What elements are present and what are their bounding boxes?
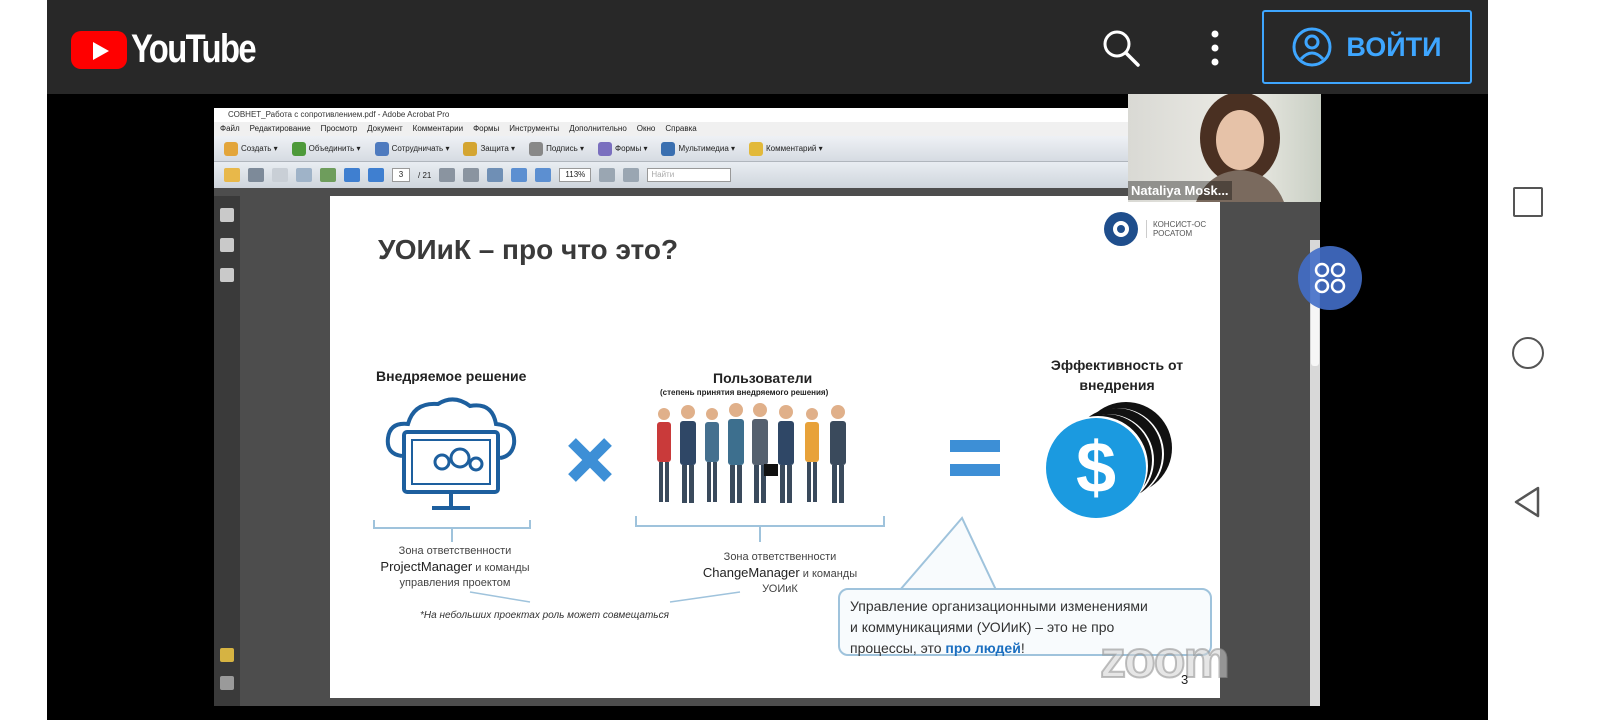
people-group-illustration [657, 403, 846, 503]
search-icon[interactable] [1101, 28, 1141, 68]
menu-item[interactable]: Редактирование [250, 122, 311, 136]
find-input[interactable]: Найти [647, 168, 732, 182]
zoom-out-icon[interactable] [511, 168, 528, 182]
select-tool-icon[interactable] [439, 168, 456, 182]
menu-item[interactable]: Инструменты [509, 122, 559, 136]
menu-item[interactable]: Дополнительно [569, 122, 627, 136]
dollar-coins-icon: $ [1046, 402, 1172, 518]
signatures-panel-icon[interactable] [220, 268, 234, 282]
participant-name: Nataliya Mosk... [1128, 181, 1232, 200]
multiply-icon [568, 438, 612, 482]
android-nav-bar [1488, 0, 1600, 720]
logo-text: КОНСИСТ-ОС РОСАТОМ [1146, 220, 1206, 238]
efficiency-heading: Эффективность от внедрения [1050, 357, 1184, 393]
menu-item[interactable]: Файл [220, 122, 240, 136]
page-total: / 21 [418, 170, 432, 180]
rosatom-emblem-icon [1104, 212, 1138, 246]
open-folder-icon[interactable] [224, 168, 240, 182]
email-icon[interactable] [296, 168, 312, 182]
comment-icon [749, 141, 764, 156]
youtube-play-icon [71, 30, 127, 69]
toolbar-sign-button[interactable]: Подпись ▾ [529, 141, 584, 156]
implemented-solution-heading: Внедряемое решение [376, 368, 527, 384]
zoom-watermark: zoom [1099, 630, 1231, 690]
menu-item[interactable]: Окно [637, 122, 656, 136]
floating-assistant-button[interactable] [1298, 246, 1362, 310]
toolbar-create-button[interactable]: Создать ▾ [224, 141, 278, 156]
menu-item[interactable]: Формы [473, 122, 499, 136]
attachments-paperclip-icon[interactable] [220, 676, 234, 690]
page-number-input[interactable]: 3 [392, 168, 410, 182]
globe-icon[interactable] [320, 168, 336, 182]
acrobat-navigation-pane [214, 196, 240, 706]
zoom-tool-icon[interactable] [487, 168, 504, 182]
menu-item[interactable]: Документ [367, 122, 403, 136]
bookmarks-panel-icon[interactable] [220, 238, 234, 252]
youtube-logo[interactable]: YouTube [71, 27, 282, 72]
toolbar-comment-button[interactable]: Комментарий ▾ [749, 141, 823, 156]
fit-width-icon[interactable] [623, 168, 640, 182]
more-vert-icon[interactable] [1203, 28, 1227, 68]
print-icon[interactable] [248, 168, 264, 182]
create-icon [224, 141, 238, 156]
recents-square-icon[interactable] [1513, 187, 1543, 217]
youtube-header: YouTube ВОЙТИ [47, 0, 1488, 94]
signin-label: ВОЙТИ [1346, 31, 1442, 62]
youtube-wordmark: YouTube [131, 27, 257, 71]
lock-icon [463, 141, 478, 156]
prev-page-icon[interactable] [344, 168, 360, 182]
screen: YouTube ВОЙТИ СОВНЕТ_Работа с сопротивле… [0, 0, 1600, 720]
toolbar-collaborate-button[interactable]: Сотрудничать ▾ [374, 141, 449, 156]
menu-item[interactable]: Комментарии [413, 122, 463, 136]
toolbar-combine-button[interactable]: Объединить ▾ [291, 141, 361, 156]
signin-button[interactable]: ВОЙТИ [1262, 10, 1472, 84]
collaborate-icon [374, 141, 389, 156]
toolbar-secure-button[interactable]: Защита ▾ [463, 141, 515, 156]
home-circle-icon[interactable] [1512, 337, 1544, 369]
menu-item[interactable]: Справка [665, 122, 696, 136]
toolbar-forms-button[interactable]: Формы ▾ [598, 141, 647, 156]
zoom-level-input[interactable]: 113% [559, 168, 592, 182]
equals-icon [950, 440, 1000, 476]
svg-text:$: $ [1076, 428, 1116, 508]
slide-title: УОИиК – про что это? [378, 234, 679, 265]
users-subheading: (степень принятия внедряемого решения) [660, 388, 829, 397]
account-circle-icon [1292, 27, 1332, 67]
fit-page-icon[interactable] [599, 168, 616, 182]
rosatom-logo: КОНСИСТ-ОС РОСАТОМ [1102, 210, 1206, 248]
pdf-slide-page: УОИиК – про что это? КОНСИСТ-ОС РОСАТОМ … [330, 196, 1231, 698]
users-heading: Пользователи [713, 370, 813, 386]
pages-panel-icon[interactable] [220, 208, 234, 222]
multimedia-icon [661, 141, 676, 156]
pen-icon [529, 141, 544, 156]
zone-projectmanager-text: Зона ответственности ProjectManager и ко… [380, 545, 530, 589]
zoom-in-icon[interactable] [535, 168, 552, 182]
callout-pointer [897, 516, 998, 591]
participant-video-thumbnail[interactable]: Nataliya Mosk... [1128, 94, 1321, 202]
toolbar-multimedia-button[interactable]: Мультимедиа ▾ [661, 141, 735, 156]
menu-item[interactable]: Просмотр [321, 122, 358, 136]
combine-icon [291, 141, 306, 156]
cloud-computer-icon [385, 397, 517, 510]
next-page-icon[interactable] [368, 168, 384, 182]
comments-panel-icon[interactable] [220, 648, 234, 662]
footnote: *На небольших проектах роль может совмещ… [420, 610, 669, 621]
back-triangle-icon[interactable] [1512, 486, 1544, 518]
grid-dots-icon [1314, 262, 1346, 294]
forms-icon [598, 141, 612, 156]
left-margin [0, 0, 47, 720]
hand-tool-icon[interactable] [463, 168, 480, 182]
slide-page-number: 3 [1181, 672, 1189, 687]
save-icon[interactable] [272, 168, 288, 182]
